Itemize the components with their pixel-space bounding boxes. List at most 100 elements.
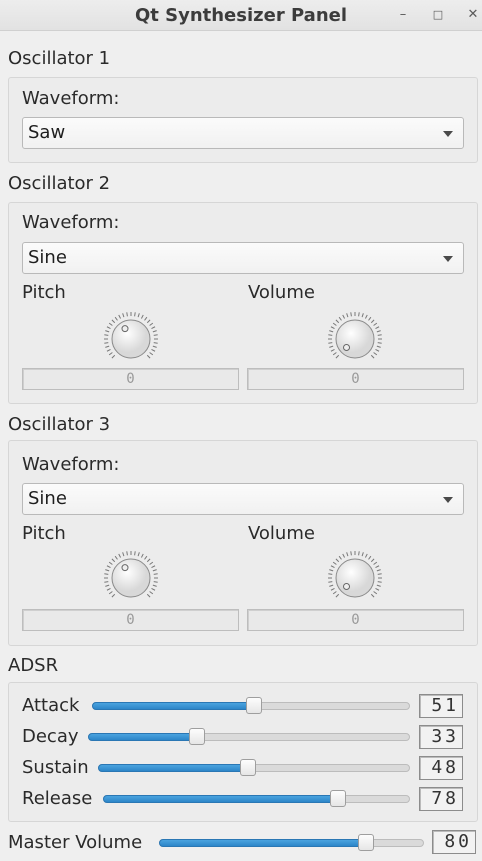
knob-body: [335, 558, 375, 598]
decay-label: Decay: [22, 726, 79, 747]
osc2-volume-knob[interactable]: [327, 311, 383, 367]
slider-fill: [88, 733, 197, 741]
knob-tick: [377, 581, 382, 583]
knob-tick: [146, 593, 151, 598]
release-slider[interactable]: [103, 787, 410, 811]
slider-handle[interactable]: [240, 759, 257, 776]
knob-tick: [111, 319, 116, 324]
knob-indicator: [343, 343, 351, 351]
osc2-waveform-label: Waveform:: [22, 212, 120, 233]
knob-tick: [346, 313, 349, 318]
osc3-pitch-label: Pitch: [22, 523, 66, 544]
knob-tick: [370, 319, 375, 324]
knob-tick: [122, 313, 125, 318]
knob-tick: [368, 316, 372, 321]
knob-tick: [151, 587, 156, 591]
knob-tick: [332, 591, 337, 595]
knob-tick: [335, 558, 340, 563]
decay-value-display: 33: [419, 725, 463, 749]
slider-handle[interactable]: [329, 790, 346, 807]
knob-tick: [153, 581, 158, 583]
osc2-volume-display: 0: [247, 368, 464, 390]
knob-tick: [144, 316, 148, 321]
knob-tick: [152, 584, 157, 587]
knob-tick: [361, 552, 364, 557]
knob-tick: [111, 593, 116, 598]
attack-value-display: 51: [419, 694, 463, 718]
knob-tick: [329, 584, 334, 587]
knob-body: [111, 319, 151, 359]
maximize-button[interactable]: □: [428, 5, 448, 25]
slider-handle[interactable]: [188, 728, 205, 745]
decay-slider[interactable]: [88, 725, 410, 749]
slider-fill: [92, 702, 255, 710]
osc3-pitch-knob[interactable]: [103, 550, 159, 606]
knob-tick: [149, 561, 154, 565]
knob-tick: [368, 555, 372, 560]
knob-tick: [152, 345, 157, 348]
knob-tick: [104, 573, 109, 575]
knob-tick: [114, 555, 118, 560]
master-volume-label: Master Volume: [8, 832, 143, 853]
knob-tick: [373, 322, 378, 326]
master-volume-slider[interactable]: [159, 831, 424, 855]
knob-tick: [377, 342, 382, 344]
knob-tick: [153, 334, 158, 336]
knob-tick: [364, 553, 368, 558]
knob-tick: [370, 354, 375, 359]
close-button[interactable]: ✕: [463, 5, 482, 25]
knob-tick: [375, 565, 380, 569]
knob-tick: [330, 348, 335, 352]
knob-tick: [373, 561, 378, 565]
title-bar: Qt Synthesizer Panel – □ ✕: [0, 0, 482, 31]
knob-tick: [118, 553, 122, 558]
knob-tick: [377, 573, 382, 575]
knob-tick: [111, 558, 116, 563]
knob-tick: [342, 553, 346, 558]
knob-tick: [370, 558, 375, 563]
sustain-value-display: 48: [419, 756, 463, 780]
knob-tick: [332, 352, 337, 356]
knob-tick: [140, 314, 144, 319]
knob-tick: [108, 561, 113, 565]
knob-tick: [373, 352, 378, 356]
minimize-button[interactable]: –: [393, 5, 413, 25]
knob-tick: [108, 591, 113, 595]
knob-tick: [375, 587, 380, 591]
adsr-title: ADSR: [8, 655, 59, 676]
knob-tick: [151, 565, 156, 569]
osc3-volume-knob[interactable]: [327, 550, 383, 606]
knob-tick: [376, 345, 381, 348]
knob-tick: [122, 552, 125, 557]
knob-tick: [104, 334, 109, 336]
knob-body: [111, 558, 151, 598]
attack-slider[interactable]: [92, 694, 410, 718]
knob-tick: [134, 551, 136, 556]
knob-indicator: [121, 325, 129, 333]
knob-tick: [370, 593, 375, 598]
knob-tick: [146, 354, 151, 359]
sustain-slider[interactable]: [98, 756, 410, 780]
slider-handle[interactable]: [358, 834, 375, 851]
sustain-label: Sustain: [22, 757, 89, 778]
osc3-volume-label: Volume: [248, 523, 315, 544]
knob-tick: [330, 565, 335, 569]
attack-label: Attack: [22, 695, 80, 716]
knob-tick: [106, 348, 111, 352]
knob-indicator: [343, 582, 351, 590]
slider-handle[interactable]: [246, 697, 263, 714]
knob-tick: [328, 334, 333, 336]
knob-dial: [104, 551, 158, 598]
knob-tick: [105, 584, 110, 587]
knob-tick: [105, 330, 110, 333]
knob-tick: [335, 593, 340, 598]
osc3-waveform-select[interactable]: Sine: [22, 483, 464, 515]
osc2-pitch-knob[interactable]: [103, 311, 159, 367]
knob-tick: [137, 552, 140, 557]
osc1-waveform-value: Saw: [28, 122, 66, 143]
knob-tick: [358, 551, 360, 556]
osc2-volume-label: Volume: [248, 282, 315, 303]
osc1-waveform-select[interactable]: Saw: [22, 117, 464, 149]
osc2-waveform-select[interactable]: Sine: [22, 242, 464, 274]
knob-body: [335, 319, 375, 359]
